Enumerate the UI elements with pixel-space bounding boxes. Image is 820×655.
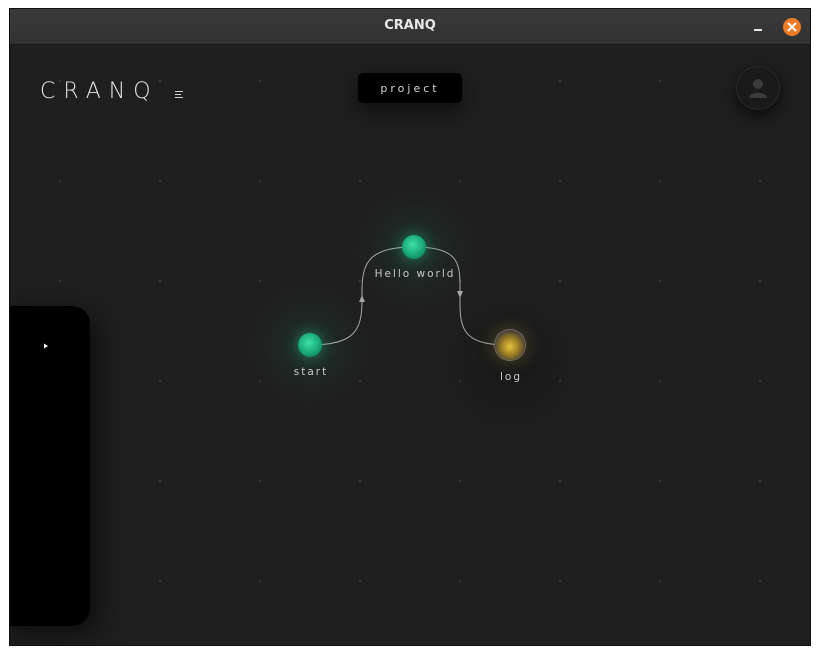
window-title: CRANQ bbox=[384, 18, 436, 33]
project-button[interactable]: project bbox=[358, 73, 462, 103]
cranq-logo: CRANQ bbox=[40, 79, 159, 104]
wire-arrow-up bbox=[359, 295, 365, 302]
graph-canvas[interactable]: start Hello world log CRANQ project bbox=[10, 45, 810, 645]
title-bar[interactable]: CRANQ bbox=[10, 9, 810, 45]
node-hello-world-label: Hello world bbox=[374, 268, 456, 280]
hamburger-menu-icon[interactable] bbox=[175, 90, 185, 100]
connection-wires bbox=[309, 246, 511, 346]
side-panel[interactable] bbox=[10, 306, 90, 626]
close-icon[interactable] bbox=[783, 18, 801, 36]
node-hello-world[interactable] bbox=[402, 235, 426, 259]
wire-arrow-down bbox=[457, 291, 463, 298]
node-log[interactable] bbox=[495, 330, 525, 360]
wire-hello-to-log bbox=[413, 246, 511, 346]
user-avatar-button[interactable] bbox=[736, 66, 780, 110]
app-window: CRANQ start Hello world log CRANQ projec… bbox=[9, 8, 811, 646]
minimize-icon[interactable] bbox=[750, 19, 766, 35]
node-log-label: log bbox=[499, 371, 522, 383]
caret-right-icon bbox=[44, 343, 48, 349]
node-start[interactable] bbox=[298, 333, 322, 357]
user-avatar-icon bbox=[749, 79, 767, 98]
node-start-label: start bbox=[293, 366, 329, 378]
